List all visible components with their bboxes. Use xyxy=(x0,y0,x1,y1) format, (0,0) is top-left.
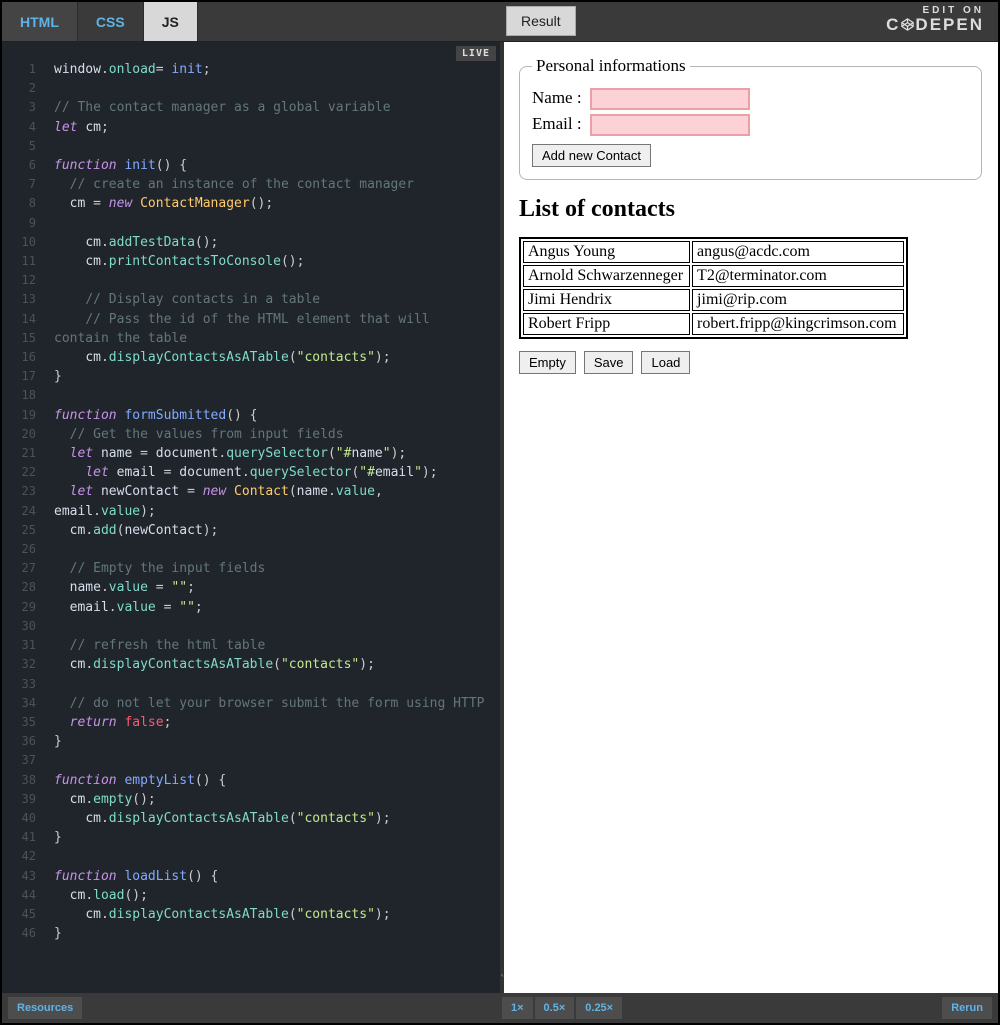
zoom-025x[interactable]: 0.25× xyxy=(576,997,622,1019)
line-number-gutter: 1234567891011121314151617181920212223242… xyxy=(2,60,46,943)
personal-info-fieldset: Personal informations Name : Email : Add… xyxy=(519,56,982,180)
contact-email-cell: T2@terminator.com xyxy=(692,265,904,287)
email-row: Email : xyxy=(532,114,969,136)
resources-button[interactable]: Resources xyxy=(8,997,82,1019)
rerun-button[interactable]: Rerun xyxy=(942,997,992,1019)
code-content[interactable]: window.onload= init; // The contact mana… xyxy=(54,60,492,963)
editor-tabs: HTML CSS JS xyxy=(2,2,198,41)
zoom-05x[interactable]: 0.5× xyxy=(535,997,575,1019)
codepen-frame: HTML CSS JS Result EDIT ON C DEPEN LIVE … xyxy=(0,0,1000,1025)
live-badge: LIVE xyxy=(456,46,496,61)
tab-js[interactable]: JS xyxy=(144,2,198,41)
action-buttons: Empty Save Load xyxy=(519,351,982,374)
table-row: Jimi Hendrixjimi@rip.com xyxy=(523,289,904,311)
contact-email-cell: angus@acdc.com xyxy=(692,241,904,263)
edit-on-codepen-link[interactable]: EDIT ON C DEPEN xyxy=(886,5,984,32)
tab-html[interactable]: HTML xyxy=(2,2,78,41)
pane-splitter[interactable] xyxy=(500,42,504,993)
result-pane: Personal informations Name : Email : Add… xyxy=(500,42,998,993)
contact-name-cell: Jimi Hendrix xyxy=(523,289,690,311)
contact-email-cell: jimi@rip.com xyxy=(692,289,904,311)
bottom-bar: Resources 1× 0.5× 0.25× Rerun xyxy=(2,993,998,1023)
add-contact-button[interactable]: Add new Contact xyxy=(532,144,651,167)
contact-name-cell: Robert Fripp xyxy=(523,313,690,335)
name-input[interactable] xyxy=(590,88,750,110)
result-button[interactable]: Result xyxy=(506,6,576,36)
empty-button[interactable]: Empty xyxy=(519,351,576,374)
table-row: Angus Youngangus@acdc.com xyxy=(523,241,904,263)
zoom-1x[interactable]: 1× xyxy=(502,997,533,1019)
contacts-table: Angus Youngangus@acdc.comArnold Schwarze… xyxy=(519,237,908,339)
name-label: Name : xyxy=(532,88,586,108)
tab-css[interactable]: CSS xyxy=(78,2,144,41)
codepen-logo: C DEPEN xyxy=(886,17,984,32)
load-button[interactable]: Load xyxy=(641,351,690,374)
email-label: Email : xyxy=(532,114,586,134)
table-row: Robert Fripprobert.fripp@kingcrimson.com xyxy=(523,313,904,335)
list-heading: List of contacts xyxy=(519,196,982,223)
fieldset-legend: Personal informations xyxy=(532,56,690,76)
zoom-group: 1× 0.5× 0.25× xyxy=(502,997,624,1019)
js-editor-pane[interactable]: LIVE 12345678910111213141516171819202122… xyxy=(2,42,500,993)
contact-email-cell: robert.fripp@kingcrimson.com xyxy=(692,313,904,335)
name-row: Name : xyxy=(532,88,969,110)
contact-name-cell: Arnold Schwarzenneger xyxy=(523,265,690,287)
contact-name-cell: Angus Young xyxy=(523,241,690,263)
table-row: Arnold SchwarzennegerT2@terminator.com xyxy=(523,265,904,287)
top-bar: HTML CSS JS Result EDIT ON C DEPEN xyxy=(2,2,998,42)
backtick-char: ` xyxy=(499,973,506,987)
email-input[interactable] xyxy=(590,114,750,136)
save-button[interactable]: Save xyxy=(584,351,634,374)
